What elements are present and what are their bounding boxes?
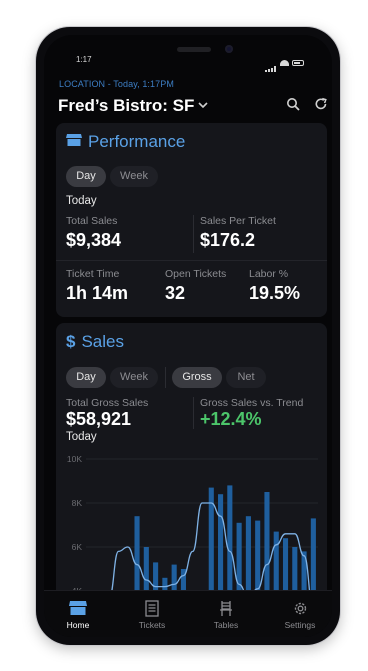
front-camera — [225, 45, 233, 53]
sales-tab-day[interactable]: Day — [66, 367, 106, 388]
tab-settings-label: Settings — [284, 620, 316, 630]
tab-home-label: Home — [66, 620, 90, 630]
refresh-icon[interactable] — [314, 97, 330, 113]
bottom-tab-bar: Home Tickets Tables Settings — [44, 590, 332, 637]
performance-period: Today — [66, 195, 97, 207]
labor-label: Labor % — [249, 268, 289, 280]
y-tick-label: 6K — [72, 542, 83, 552]
sales-per-ticket-value: $176.2 — [200, 230, 256, 250]
status-time: 1:17 — [76, 55, 92, 64]
performance-tab-week[interactable]: Week — [110, 166, 158, 187]
store-icon — [66, 132, 82, 152]
ticket-time-label: Ticket Time — [66, 268, 120, 280]
sales-card: $ Sales Day Week Gross Net Total Gross S… — [56, 323, 327, 613]
performance-title-text: Performance — [88, 132, 186, 151]
divider — [193, 215, 194, 253]
divider — [193, 397, 194, 429]
open-tickets-label: Open Tickets — [165, 268, 227, 280]
sales-bar-chart: 10K8K6K4K — [67, 454, 318, 613]
tickets-icon — [122, 599, 182, 617]
trend-label: Gross Sales vs. Trend — [200, 397, 304, 409]
restaurant-name: Fred’s Bistro: SF — [58, 96, 195, 115]
sales-tab-week[interactable]: Week — [110, 367, 158, 388]
sales-per-ticket-label: Sales Per Ticket — [200, 215, 276, 227]
ticket-time-value: 1h 14m — [66, 283, 129, 303]
y-tick-label: 8K — [72, 498, 83, 508]
performance-title: Performance — [66, 132, 185, 152]
sales-tab-net[interactable]: Net — [226, 367, 266, 388]
performance-card: Performance Day Week Today Total Sales $… — [56, 123, 327, 317]
settings-gear-icon — [270, 599, 330, 617]
tab-tables[interactable]: Tables — [196, 599, 256, 630]
gross-sales-value: $58,921 — [66, 409, 132, 429]
phone-frame: 1:17 LOCATION - Today, 1:17PM Fred’s Bis… — [36, 27, 340, 645]
tab-tickets-label: Tickets — [138, 620, 166, 630]
chevron-down-icon — [198, 101, 208, 112]
tables-icon — [196, 599, 256, 617]
tab-home[interactable]: Home — [48, 599, 108, 630]
status-icons — [265, 54, 304, 72]
total-sales-label: Total Sales — [66, 215, 118, 227]
tab-tickets[interactable]: Tickets — [122, 599, 182, 630]
total-sales-value: $9,384 — [66, 230, 122, 250]
divider — [56, 260, 327, 261]
gross-sales-label: Total Gross Sales — [66, 397, 149, 409]
app-screen: 1:17 LOCATION - Today, 1:17PM Fred’s Bis… — [44, 35, 332, 637]
home-store-icon — [48, 599, 108, 617]
dollar-icon: $ — [66, 332, 76, 351]
battery-icon — [292, 60, 304, 66]
sales-title: $ Sales — [66, 332, 124, 352]
sales-title-text: Sales — [81, 332, 124, 351]
speaker-grille — [177, 47, 211, 52]
y-tick-label: 10K — [67, 454, 82, 464]
trend-value: +12.4% — [200, 409, 262, 429]
signal-icon — [265, 54, 277, 72]
tab-tables-label: Tables — [213, 620, 239, 630]
location-line: LOCATION - Today, 1:17PM — [59, 79, 174, 89]
search-icon[interactable] — [286, 97, 302, 113]
sales-tab-gross[interactable]: Gross — [172, 367, 222, 388]
sales-period: Today — [66, 431, 97, 443]
restaurant-selector[interactable]: Fred’s Bistro: SF — [58, 96, 208, 116]
tab-settings[interactable]: Settings — [270, 599, 330, 630]
labor-value: 19.5% — [249, 283, 301, 303]
performance-tab-day[interactable]: Day — [66, 166, 106, 187]
open-tickets-value: 32 — [165, 283, 186, 303]
wifi-icon — [280, 60, 289, 66]
divider — [165, 367, 166, 388]
